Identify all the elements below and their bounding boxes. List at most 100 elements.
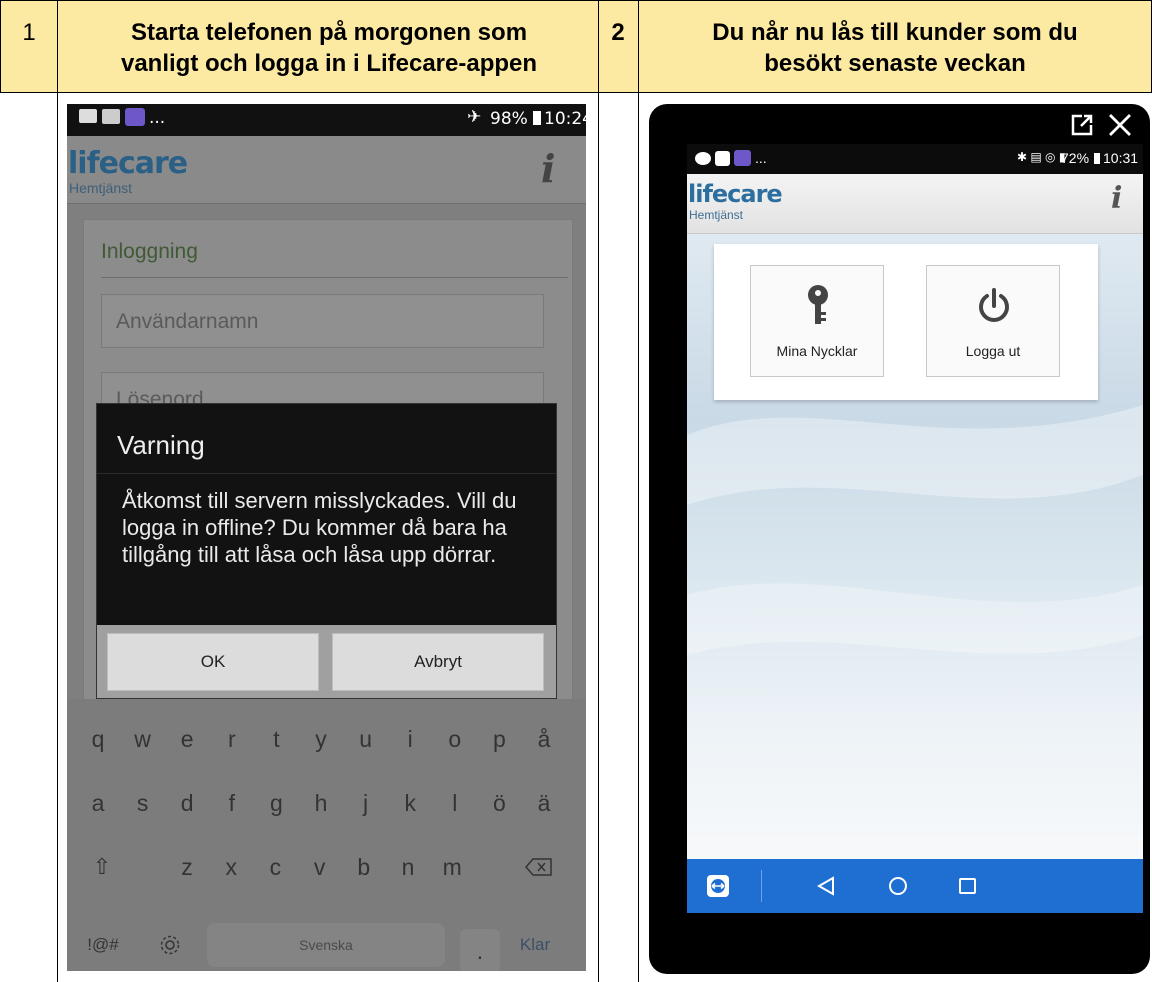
key-i[interactable]: i bbox=[395, 719, 425, 759]
step-title-1-line1: Starta telefonen på morgonen som bbox=[130, 19, 528, 46]
battery-icon bbox=[1094, 153, 1100, 164]
app-subtitle: Hemtjänst bbox=[689, 208, 744, 222]
cancel-button[interactable]: Avbryt bbox=[332, 633, 544, 691]
done-key[interactable]: Klar bbox=[507, 925, 563, 965]
key-d[interactable]: d bbox=[172, 783, 202, 823]
key-v[interactable]: v bbox=[305, 847, 335, 887]
app-subtitle: Hemtjänst bbox=[69, 180, 133, 196]
key-å[interactable]: å bbox=[529, 719, 559, 759]
symbols-key[interactable]: !@# bbox=[81, 925, 125, 965]
battery-icon bbox=[533, 111, 541, 125]
key-w[interactable]: w bbox=[128, 719, 158, 759]
recents-icon[interactable] bbox=[957, 875, 979, 897]
dialog-separator bbox=[97, 473, 556, 474]
key-h[interactable]: h bbox=[306, 783, 336, 823]
key-g[interactable]: g bbox=[261, 783, 291, 823]
phone-screenshot-keys: ... ✱ ▤ ◎ ▮ 72% 10:31 lifecare Hemtjänst… bbox=[649, 104, 1150, 974]
app-header: lifecare Hemtjänst i bbox=[67, 136, 586, 204]
shift-key[interactable]: ⇧ bbox=[87, 847, 117, 887]
key-f[interactable]: f bbox=[217, 783, 247, 823]
key-n[interactable]: n bbox=[393, 847, 423, 887]
logout-tile[interactable]: Logga ut bbox=[926, 265, 1060, 377]
signal-icons: ✱ ▤ ◎ ▮ bbox=[1017, 150, 1066, 164]
step-number-2: 2 bbox=[611, 19, 625, 46]
clock: 10:31 bbox=[1103, 150, 1139, 166]
key-o[interactable]: o bbox=[440, 719, 470, 759]
step-title-2-line2: besökt senaste veckan bbox=[764, 50, 1026, 77]
step-title-1-line2: vanligt och logga in i Lifecare-appen bbox=[120, 50, 538, 77]
status-bar: ... ✈ 98% 10:24 bbox=[67, 104, 586, 136]
table-divider-1 bbox=[57, 0, 58, 982]
my-keys-tile[interactable]: Mina Nycklar bbox=[750, 265, 884, 377]
table-border-left bbox=[0, 0, 1, 93]
key-j[interactable]: j bbox=[351, 783, 381, 823]
ok-button[interactable]: OK bbox=[107, 633, 319, 691]
key-b[interactable]: b bbox=[349, 847, 379, 887]
key-e[interactable]: e bbox=[172, 719, 202, 759]
table-border-top bbox=[0, 0, 1152, 1]
airplane-icon: ✈ bbox=[467, 107, 482, 127]
username-field[interactable]: Användarnamn bbox=[101, 294, 544, 348]
key-l[interactable]: l bbox=[440, 783, 470, 823]
app-icon bbox=[125, 108, 145, 126]
instruction-document: 1 Starta telefonen på morgonen som vanli… bbox=[0, 0, 1152, 982]
lifecare-logo: lifecare bbox=[688, 180, 783, 208]
info-button[interactable]: i bbox=[541, 146, 555, 191]
phone-screenshot-login: ... ✈ 98% 10:24 lifecare Hemtjänst i Inl… bbox=[67, 104, 586, 971]
dialog-button-bar: OK Avbryt bbox=[97, 625, 556, 698]
key-r[interactable]: r bbox=[217, 719, 247, 759]
key-u[interactable]: u bbox=[351, 719, 381, 759]
key-c[interactable]: c bbox=[260, 847, 290, 887]
home-icon[interactable] bbox=[887, 875, 909, 897]
space-key[interactable]: Svenska bbox=[207, 923, 445, 967]
dialog-title: Varning bbox=[117, 430, 205, 460]
backspace-icon bbox=[525, 858, 552, 876]
back-icon[interactable] bbox=[815, 875, 837, 897]
key-m[interactable]: m bbox=[437, 847, 467, 887]
form-title: Inloggning bbox=[101, 240, 198, 263]
period-key[interactable]: . bbox=[460, 929, 500, 971]
key-z[interactable]: z bbox=[172, 847, 202, 887]
more-notifications: ... bbox=[755, 150, 767, 166]
app-icon bbox=[734, 150, 751, 166]
key-s[interactable]: s bbox=[128, 783, 158, 823]
dialog-message: Åtkomst till servern misslyckades. Vill … bbox=[122, 488, 517, 567]
logout-label: Logga ut bbox=[965, 343, 1021, 359]
step-number-1: 1 bbox=[22, 19, 36, 46]
image-icon bbox=[102, 109, 120, 124]
phone-screen: ... ✱ ▤ ◎ ▮ 72% 10:31 lifecare Hemtjänst… bbox=[687, 144, 1143, 913]
key-k[interactable]: k bbox=[395, 783, 425, 823]
key-t[interactable]: t bbox=[261, 719, 291, 759]
teamviewer-icon[interactable] bbox=[706, 874, 730, 898]
table-divider-2 bbox=[598, 0, 599, 982]
notification-icon bbox=[79, 109, 97, 123]
key-y[interactable]: y bbox=[306, 719, 336, 759]
step-title-1: Starta telefonen på morgonen som vanligt… bbox=[60, 4, 598, 92]
settings-key[interactable] bbox=[155, 925, 185, 965]
key-p[interactable]: p bbox=[484, 719, 514, 759]
step-title-2-line1: Du når nu lås till kunder som du bbox=[712, 19, 1078, 46]
info-button[interactable]: i bbox=[1111, 181, 1122, 216]
key-a[interactable]: a bbox=[83, 783, 113, 823]
menu-panel: Mina Nycklar Logga ut bbox=[714, 244, 1098, 400]
battery-percent: 72% bbox=[1061, 150, 1090, 166]
key-icon bbox=[808, 285, 828, 324]
warning-dialog: Varning Åtkomst till servern misslyckade… bbox=[96, 403, 557, 699]
popout-icon[interactable] bbox=[1070, 113, 1094, 137]
teamviewer-status-icon bbox=[715, 151, 730, 166]
step-title-2: Du når nu lås till kunder som du besökt … bbox=[640, 4, 1150, 92]
app-header: lifecare Hemtjänst i bbox=[687, 174, 1143, 234]
table-divider-3 bbox=[638, 0, 639, 982]
table-border-header bbox=[0, 92, 1152, 93]
key-q[interactable]: q bbox=[83, 719, 113, 759]
key-ä[interactable]: ä bbox=[529, 783, 559, 823]
key-x[interactable]: x bbox=[216, 847, 246, 887]
key-ö[interactable]: ö bbox=[484, 783, 514, 823]
more-notifications: ... bbox=[149, 108, 166, 128]
battery-percent: 98% bbox=[490, 109, 528, 129]
keyboard: qwertyuiopå asdfghjklöä zxcvbnm ⇧ !@# Sven… bbox=[67, 699, 586, 971]
close-icon[interactable] bbox=[1107, 112, 1133, 138]
backspace-key[interactable] bbox=[519, 847, 559, 887]
gear-icon bbox=[160, 935, 180, 955]
clock: 10:24 bbox=[544, 109, 586, 129]
